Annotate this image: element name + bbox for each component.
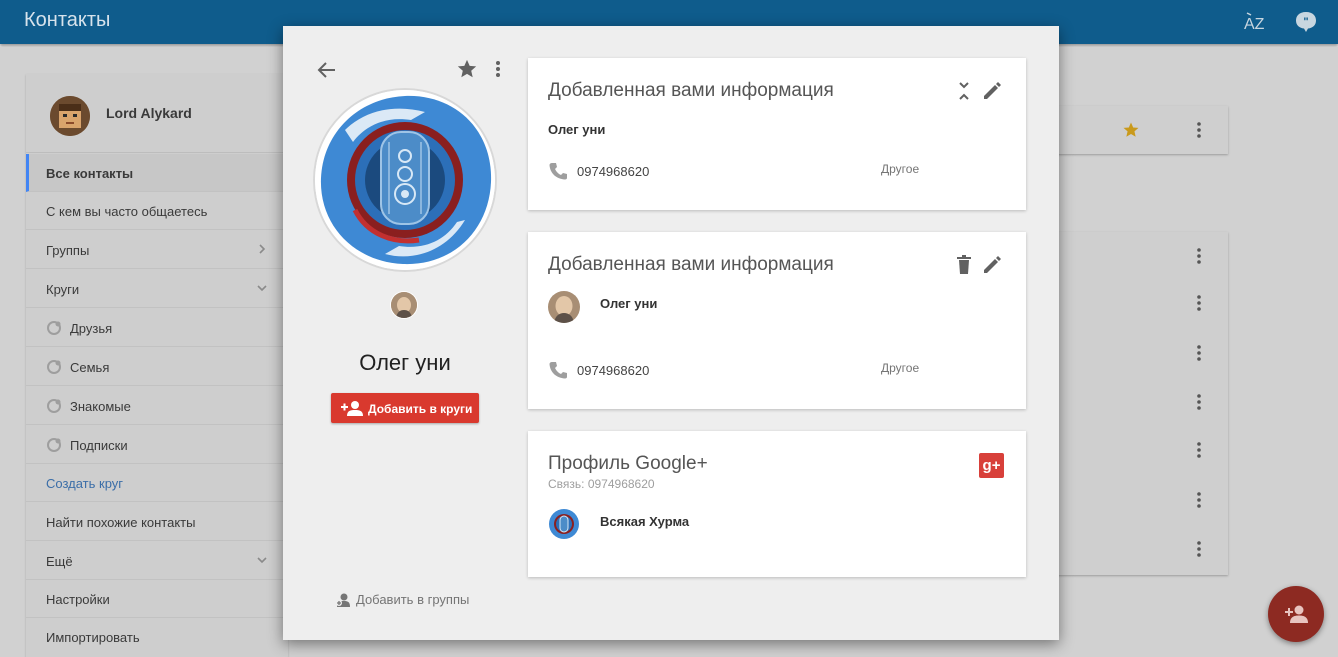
sidebar-item-following[interactable]: Подписки [26, 426, 288, 464]
contact-photo [315, 90, 495, 270]
person-add-icon [341, 401, 363, 416]
sidebar-item-label: Группы [46, 243, 90, 258]
sidebar-item-acquaintances[interactable]: Знакомые [26, 387, 288, 425]
contact-small-avatar[interactable] [391, 292, 417, 318]
sidebar-item-create-circle[interactable]: Создать круг [26, 464, 288, 502]
contact-list [1040, 232, 1228, 575]
sidebar-item-family[interactable]: Семья [26, 348, 288, 386]
phone-number[interactable]: 0974968620 [577, 363, 649, 378]
google-plus-profile-card: Профиль Google+ Связь: 0974968620 g+ Вся… [528, 431, 1026, 577]
card-contact-name: Олег уни [548, 122, 606, 137]
more-vert-icon[interactable] [495, 60, 501, 78]
sidebar-item-label: Знакомые [70, 399, 131, 414]
sidebar-item-circles[interactable]: Круги [26, 270, 288, 308]
circle-icon [47, 360, 61, 374]
chevron-down-icon [257, 557, 267, 564]
sidebar-item-label: Найти похожие контакты [46, 515, 196, 530]
phone-type: Другое [881, 361, 920, 375]
card-contact-avatar-image [548, 291, 580, 323]
profile-name[interactable]: Всякая Хурма [600, 514, 689, 529]
sidebar-item-label: Все контакты [46, 166, 134, 181]
sidebar-item-label: Подписки [70, 438, 128, 453]
edit-icon[interactable] [981, 254, 1003, 276]
contact-photo-image [315, 90, 495, 270]
card-contact-name: Олег уни [600, 296, 658, 311]
chevron-right-icon [259, 244, 266, 254]
feedback-icon[interactable]: " [1294, 11, 1318, 33]
more-vert-icon[interactable] [1196, 345, 1202, 361]
contact-info-card: Добавленная вами информация Олег уни 097… [528, 58, 1026, 210]
collapse-icon[interactable] [953, 80, 975, 102]
user-avatar-image [50, 96, 90, 136]
sidebar-item-more[interactable]: Ещё [26, 542, 288, 580]
profile-avatar[interactable] [548, 508, 580, 540]
delete-icon[interactable] [953, 254, 975, 276]
profile-avatar-image [548, 508, 580, 540]
az-sort-icon[interactable]: AZ [1243, 11, 1267, 33]
sidebar-item-label: Друзья [70, 321, 113, 336]
sidebar-item-label: Импортировать [46, 630, 140, 645]
add-contact-fab[interactable] [1268, 586, 1324, 642]
contact-details-dialog: Олег уни Добавить в круги Добавить в гру… [283, 26, 1059, 640]
contact-name: Олег уни [359, 350, 451, 375]
sidebar-item-friends[interactable]: Друзья [26, 309, 288, 347]
more-vert-icon[interactable] [1196, 492, 1202, 508]
card-title: Добавленная вами информация [548, 254, 834, 275]
circle-icon [47, 321, 61, 335]
more-vert-icon[interactable] [1196, 248, 1202, 264]
sidebar-item-find-similar[interactable]: Найти похожие контакты [26, 503, 288, 541]
sidebar-item-settings[interactable]: Настройки [26, 580, 288, 618]
sidebar-item-label: Настройки [46, 592, 110, 607]
phone-number[interactable]: 0974968620 [577, 164, 649, 179]
svg-text:AZ: AZ [1244, 16, 1265, 33]
star-icon[interactable] [1122, 121, 1140, 139]
sidebar: Lord Alykard Все контакты С кем вы часто… [26, 74, 288, 657]
phone-icon [549, 362, 567, 379]
group-add-icon [336, 593, 350, 607]
sidebar-item-import[interactable]: Импортировать [26, 618, 288, 656]
card-title: Профиль Google+ [548, 453, 708, 474]
more-vert-icon[interactable] [1196, 122, 1202, 138]
star-icon[interactable] [456, 58, 478, 80]
sidebar-item-label: Ещё [46, 554, 73, 569]
circle-icon [47, 438, 61, 452]
phone-type: Другое [881, 162, 920, 176]
sidebar-item-label: Семья [70, 360, 110, 375]
more-vert-icon[interactable] [1196, 541, 1202, 557]
contact-info-card: Добавленная вами информация Олег уни 097… [528, 232, 1026, 409]
person-add-icon [1285, 605, 1308, 623]
sidebar-item-groups[interactable]: Группы [26, 231, 288, 269]
user-avatar [50, 96, 90, 136]
contact-small-avatar-image [391, 292, 417, 318]
edit-icon[interactable] [981, 80, 1003, 102]
circle-icon [47, 399, 61, 413]
app-title: Контакты [24, 9, 111, 31]
more-vert-icon[interactable] [1196, 394, 1202, 410]
card-title: Добавленная вами информация [548, 80, 834, 101]
more-vert-icon[interactable] [1196, 442, 1202, 458]
back-arrow-icon[interactable] [317, 60, 337, 80]
card-subtitle: Связь: 0974968620 [548, 477, 655, 491]
chevron-down-icon [257, 285, 267, 292]
user-name: Lord Alykard [106, 105, 192, 121]
more-vert-icon[interactable] [1196, 295, 1202, 311]
sidebar-item-label: Круги [46, 282, 80, 297]
add-to-circles-button[interactable]: Добавить в круги [331, 393, 479, 423]
svg-text:": " [1303, 16, 1308, 28]
google-plus-icon[interactable]: g+ [979, 453, 1004, 478]
sidebar-item-all-contacts[interactable]: Все контакты [26, 154, 288, 192]
sidebar-user[interactable]: Lord Alykard [26, 74, 288, 153]
sidebar-item-label: С кем вы часто общаетесь [46, 204, 208, 219]
card-contact-avatar [548, 291, 580, 323]
add-to-groups-label: Добавить в группы [356, 592, 470, 607]
phone-icon [549, 163, 567, 180]
contact-row[interactable] [1040, 106, 1228, 154]
sidebar-item-frequent[interactable]: С кем вы часто общаетесь [26, 192, 288, 230]
add-to-circles-label: Добавить в круги [368, 402, 473, 416]
sidebar-item-label: Создать круг [46, 476, 124, 491]
